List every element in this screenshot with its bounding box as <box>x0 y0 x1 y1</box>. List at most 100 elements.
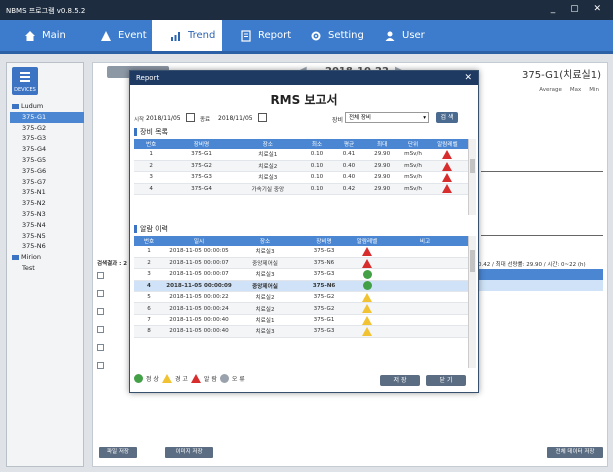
devices-button-label: DEVICES <box>14 87 36 93</box>
row-checkbox[interactable] <box>97 308 104 315</box>
tree-item[interactable]: 375-N2 <box>10 198 84 209</box>
row-checkbox[interactable] <box>97 344 104 351</box>
start-date-field[interactable]: 2018/11/05 <box>146 115 181 122</box>
close-icon[interactable]: ✕ <box>464 71 472 85</box>
table-row[interactable]: 2 375-G2 치료실2 0.10 0.40 29.90 mSv/h <box>134 160 468 173</box>
cell: 1 <box>134 149 169 161</box>
menu-tab-user[interactable]: User <box>366 20 436 51</box>
table-row[interactable]: 2 2018-11-05 00:00:07 중앙제어실 375-N6 <box>134 257 468 270</box>
end-date-field[interactable]: 2018/11/05 <box>218 115 253 122</box>
report-dialog: Report ✕ RMS 보고서 시작 2018/11/05 종료 2018/1… <box>129 70 479 393</box>
tree-item[interactable]: 375-N6 <box>10 241 84 252</box>
device-select[interactable]: 전체 장비 ▾ <box>345 112 429 123</box>
table-row[interactable]: 8 2018-11-05 00:00:40 치료실3 375-G3 <box>134 325 468 338</box>
tree-item[interactable]: 375-G7 <box>10 177 84 188</box>
tree-group-ludum[interactable]: Ludum <box>10 101 84 112</box>
close-button[interactable]: 닫 기 <box>426 375 466 386</box>
col-header: 알람레벨 <box>426 139 468 149</box>
report-title: RMS 보고서 <box>270 93 338 107</box>
menu-tab-event[interactable]: Event <box>82 20 152 51</box>
normal-icon <box>362 281 372 291</box>
table-row[interactable]: 5 2018-11-05 00:00:22 치료실2 375-G2 <box>134 291 468 304</box>
cell: 2 <box>134 160 169 173</box>
table-row[interactable]: 1 375-G1 치료실1 0.10 0.41 29.90 mSv/h <box>134 149 468 161</box>
cell: 치료실3 <box>234 171 301 184</box>
cell <box>352 246 382 258</box>
cell <box>352 268 382 281</box>
table-row[interactable]: 6 2018-11-05 00:00:24 치료실2 375-G2 <box>134 302 468 315</box>
table-row[interactable]: 3 375-G3 치료실3 0.10 0.40 29.90 mSv/h <box>134 171 468 184</box>
tree-item[interactable]: 375-G6 <box>10 166 84 177</box>
save-button[interactable]: 저 장 <box>380 375 420 386</box>
alarm-table-scrollbar[interactable] <box>468 236 476 368</box>
start-label: 시작 <box>134 117 145 123</box>
tree-item[interactable]: 375-N5 <box>10 231 84 242</box>
cell: 중앙제어실 <box>234 280 296 293</box>
col-header: 알람레벨 <box>352 236 382 246</box>
cell: 375-G3 <box>296 325 352 338</box>
tree-item[interactable]: 375-G4 <box>10 144 84 155</box>
menu-tab-report[interactable]: Report <box>222 20 292 51</box>
menu-tab-trend[interactable]: Trend <box>152 20 222 51</box>
cell <box>382 246 468 258</box>
table-row[interactable]: 3 2018-11-05 00:00:07 치료실3 375-G3 <box>134 268 468 281</box>
cell: 375-G2 <box>168 160 235 173</box>
cell <box>426 183 468 196</box>
cell: 1 <box>134 246 164 258</box>
tree-item[interactable]: 375-G5 <box>10 155 84 166</box>
cell: 375-G3 <box>296 268 352 281</box>
row-checkbox[interactable] <box>97 272 104 279</box>
dialog-titlebar: Report ✕ <box>130 71 478 85</box>
window-controls[interactable]: _ ▢ ✕ <box>551 4 607 14</box>
cell: 375-G3 <box>168 171 235 184</box>
tree-item[interactable]: 375-N1 <box>10 187 84 198</box>
menu-tab-setting[interactable]: Setting <box>292 20 366 51</box>
row-checkbox[interactable] <box>97 362 104 369</box>
tree-group-mirion[interactable]: Mirion <box>10 252 84 263</box>
file-save-button[interactable]: 파일 저장 <box>99 447 137 458</box>
table-row[interactable]: 7 2018-11-05 00:00:40 치료실1 375-G1 <box>134 314 468 327</box>
calendar-icon[interactable] <box>258 113 267 122</box>
chart-title: 375-G1(치료실1) <box>522 70 601 81</box>
calendar-icon[interactable] <box>186 113 195 122</box>
cell: 치료실1 <box>234 314 296 327</box>
device-table-scrollbar[interactable] <box>468 139 476 215</box>
chart-legend: Average Max Min <box>539 87 599 93</box>
table-row-selected[interactable]: 4 2018-11-05 00:00:09 중앙제어실 375-N6 <box>134 280 468 293</box>
table-row[interactable]: 4 375-G4 가속기실 중앙 0.10 0.42 29.90 mSv/h <box>134 183 468 196</box>
cell: 0.40 <box>332 171 365 184</box>
image-save-button[interactable]: 이미지 저장 <box>165 447 213 458</box>
search-button[interactable]: 검 색 <box>436 112 458 123</box>
cell: 4 <box>134 280 164 293</box>
tree-item[interactable]: Test <box>10 263 84 274</box>
document-icon <box>241 29 251 42</box>
row-checkbox[interactable] <box>97 290 104 297</box>
cell: 375-G3 <box>296 246 352 258</box>
menu-label-user: User <box>402 30 425 41</box>
tree-item[interactable]: 375-G2 <box>10 123 84 134</box>
normal-icon <box>362 269 372 279</box>
tree-item[interactable]: 375-N4 <box>10 220 84 231</box>
table-row[interactable]: 1 2018-11-05 00:00:05 치료실3 375-G3 <box>134 246 468 258</box>
legend-average: Average <box>539 87 562 93</box>
result-table-header <box>479 269 603 280</box>
alarm-history-title: 알람 이력 <box>134 224 168 234</box>
alarm-icon <box>442 149 453 159</box>
col-header: 장소 <box>234 139 301 149</box>
scroll-thumb[interactable] <box>470 250 475 272</box>
tree-item[interactable]: 375-N3 <box>10 209 84 220</box>
row-checkbox[interactable] <box>97 326 104 333</box>
result-table-selected-row[interactable] <box>479 280 603 291</box>
cell: mSv/h <box>399 171 427 184</box>
tree-item[interactable]: 375-G1 <box>10 111 84 123</box>
chart-icon <box>171 31 180 41</box>
scroll-thumb[interactable] <box>470 159 475 173</box>
devices-button[interactable]: DEVICES <box>12 67 38 95</box>
tree-item[interactable]: 375-G3 <box>10 133 84 144</box>
menu-tab-main[interactable]: Main <box>6 20 82 51</box>
normal-icon <box>134 374 143 383</box>
cell <box>382 325 468 338</box>
cell: 7 <box>134 314 164 327</box>
all-data-save-button[interactable]: 전체 데이터 저장 <box>547 447 603 458</box>
col-header: 장비명 <box>296 236 352 246</box>
